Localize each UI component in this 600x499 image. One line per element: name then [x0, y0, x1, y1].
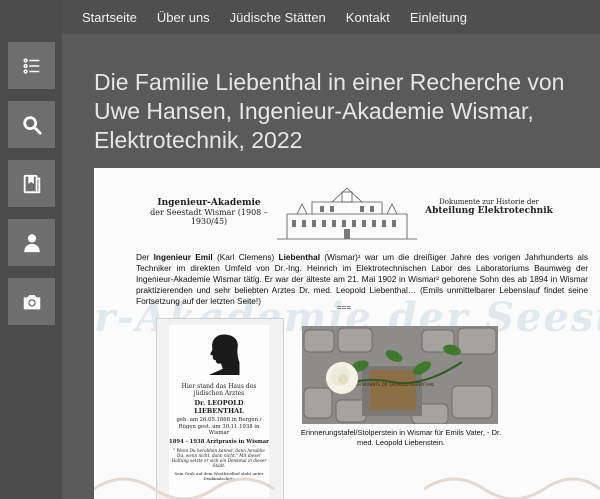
search-icon	[22, 115, 42, 135]
photo-caption: Erinnerungstafel/Stolperstein in Wismar …	[300, 428, 502, 447]
portrait-silhouette	[208, 334, 240, 375]
stolperstein-photo: HIER WOHNTE DR. LEOPOLD LIEBENTHAL	[302, 326, 498, 424]
nav-juedische-staetten[interactable]: Jüdische Stätten	[230, 10, 326, 25]
intro-paragraph: Der Ingenieur Emil (Karl Clemens) Lieben…	[136, 252, 588, 307]
decorative-flourish	[94, 477, 600, 499]
header-right-subtitle: Dokumente zur Historie der	[439, 198, 539, 206]
bookmark-icon	[23, 174, 40, 193]
building-illustration	[277, 187, 417, 240]
header-left-subtitle: der Seestadt Wismar (1908 – 1930/45)	[150, 208, 268, 226]
camera-icon	[23, 294, 40, 309]
list-icon	[22, 57, 39, 74]
nav-startseite[interactable]: Startseite	[82, 10, 137, 25]
search-button[interactable]	[8, 101, 55, 148]
header-left: Ingenieur-Akademie der Seestadt Wismar (…	[149, 198, 269, 226]
plaque-name: Dr. LEOPOLD LIEBENTHAL	[194, 399, 244, 415]
nav-einleitung[interactable]: Einleitung	[410, 10, 467, 25]
list-button[interactable]	[8, 42, 55, 89]
header-right: Dokumente zur Historie der Abteilung Ele…	[424, 198, 554, 216]
plaque-practice: 1894 - 1938 Arztpraxis in Wismar	[169, 438, 269, 445]
top-navigation: Startseite Über uns Jüdische Stätten Kon…	[62, 0, 600, 34]
plaque-line-1: Hier stand das Haus des jüdischen Arztes	[181, 383, 257, 397]
nav-ueber-uns[interactable]: Über uns	[157, 10, 210, 25]
bookmark-button[interactable]	[8, 160, 55, 207]
plaque-dates: geb. am 26.05.1868 in Bergen / Rügen ges…	[176, 417, 262, 437]
header-right-title: Abteilung Elektrotechnik	[425, 206, 553, 216]
camera-button[interactable]	[8, 278, 55, 325]
intro-bold-2: Liebenthal	[278, 252, 321, 262]
intro-bold-1: Ingenieur Emil	[153, 252, 213, 262]
user-button[interactable]	[8, 219, 55, 266]
separator: ===	[337, 303, 352, 312]
intro-text-1: Der	[136, 252, 154, 262]
page-title: Die Familie Liebenthal in einer Recherch…	[94, 69, 565, 153]
intro-text-2: (Karl Clemens)	[212, 252, 279, 262]
document-image: r-Akademie der Seestadt Ingenieur-Akadem…	[94, 168, 600, 499]
rose-and-stone-illustration: HIER WOHNTE DR. LEOPOLD LIEBENTHAL	[302, 326, 498, 424]
sidebar	[8, 42, 55, 337]
nav-kontakt[interactable]: Kontakt	[346, 10, 390, 25]
header-left-title: Ingenieur-Akademie	[157, 198, 261, 208]
user-icon	[23, 233, 40, 252]
